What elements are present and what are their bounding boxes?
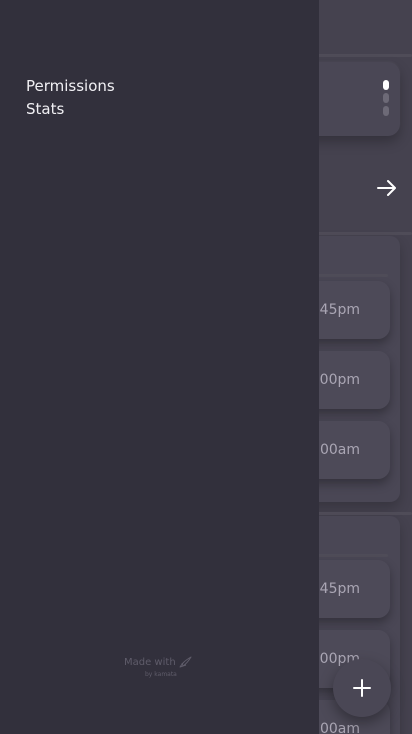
made-by-text: by kamata [145, 671, 177, 678]
more-vert-icon[interactable] [380, 80, 392, 116]
kebab-dot [383, 80, 389, 90]
menu-item-permissions[interactable]: Permissions [26, 75, 115, 98]
kebab-dot [383, 93, 389, 103]
made-with-footer: Made with by kamata [124, 656, 193, 678]
menu-item-stats[interactable]: Stats [26, 98, 115, 121]
divider [312, 554, 388, 557]
add-button[interactable] [333, 659, 391, 717]
kebab-dot [383, 106, 389, 116]
arrow-right-icon[interactable] [372, 174, 402, 202]
rocket-icon [179, 656, 192, 668]
made-with-text: Made with [124, 656, 176, 668]
drawer-menu: Permissions Stats [26, 75, 115, 121]
navigation-drawer: Permissions Stats Made with by kamata [0, 0, 319, 734]
divider [312, 274, 388, 277]
plus-icon [353, 679, 371, 697]
